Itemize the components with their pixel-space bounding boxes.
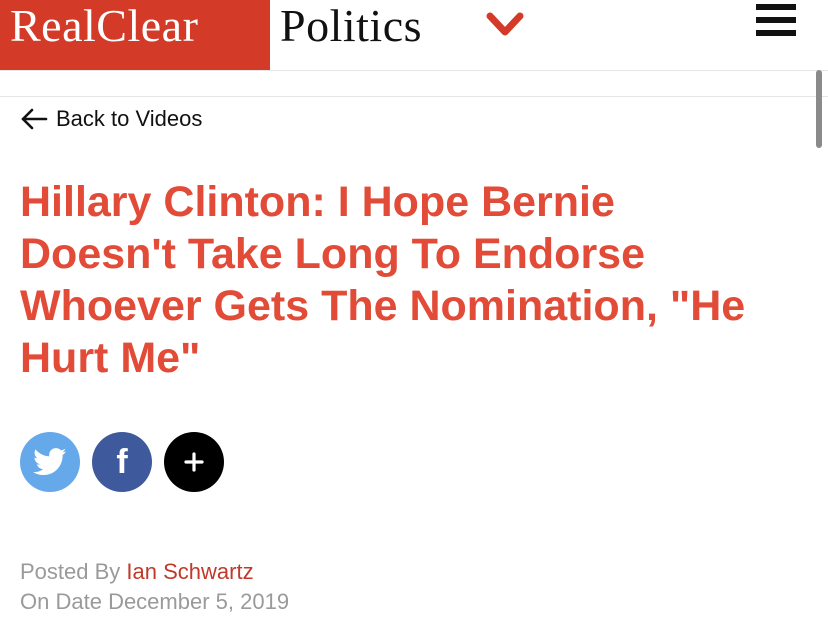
- header-divider: [0, 96, 828, 97]
- menu-bar: [756, 17, 796, 23]
- date-label: On Date: [20, 589, 102, 614]
- back-link-label: Back to Videos: [56, 106, 203, 131]
- brand-logo-politics[interactable]: Politics: [280, 0, 422, 52]
- chevron-down-icon[interactable]: [486, 10, 524, 40]
- scrollbar-thumb[interactable]: [816, 70, 822, 148]
- facebook-icon: f: [116, 443, 128, 481]
- date-line: On Date December 5, 2019: [20, 587, 289, 617]
- twitter-share-button[interactable]: [20, 432, 80, 492]
- back-to-videos-link[interactable]: Back to Videos: [20, 104, 202, 134]
- hamburger-menu-icon[interactable]: [756, 4, 796, 36]
- publish-date: December 5, 2019: [108, 589, 290, 614]
- page: RealClear Politics Back to Videos Hillar…: [0, 0, 828, 640]
- arrow-left-icon: [21, 108, 48, 130]
- byline: Posted By Ian Schwartz On Date December …: [20, 557, 289, 617]
- twitter-icon: [33, 448, 67, 476]
- plus-icon: [184, 452, 204, 472]
- menu-bar: [756, 4, 796, 10]
- menu-bar: [756, 30, 796, 36]
- site-header: RealClear Politics: [0, 0, 828, 71]
- facebook-share-button[interactable]: f: [92, 432, 152, 492]
- author-link[interactable]: Ian Schwartz: [126, 559, 253, 584]
- article-title: Hillary Clinton: I Hope Bernie Doesn't T…: [20, 178, 746, 382]
- brand-logo-realclear[interactable]: RealClear: [0, 0, 270, 70]
- more-share-button[interactable]: [164, 432, 224, 492]
- posted-by-label: Posted By: [20, 559, 121, 584]
- posted-by-line: Posted By Ian Schwartz: [20, 557, 289, 587]
- share-buttons: f: [20, 432, 224, 492]
